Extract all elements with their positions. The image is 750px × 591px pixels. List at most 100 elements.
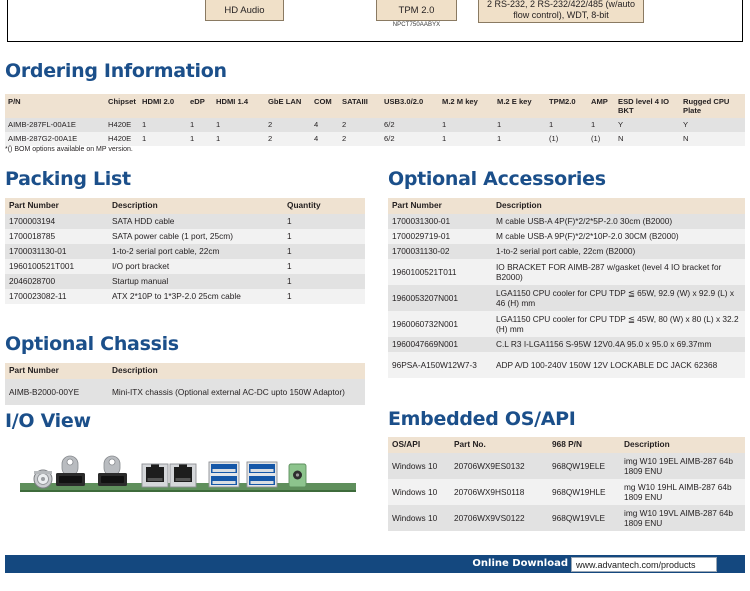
- cell-r3-c0: 1960100521T001: [5, 258, 108, 274]
- cell-r0-c0: 1700031300-01: [388, 213, 492, 229]
- cell-r1-c1: H420E: [105, 132, 139, 146]
- cell-r2-c0: 1700031130-02: [388, 243, 492, 259]
- cell-r7-c1: ADP A/D 100-240V 150W 12V LOCKABLE DC JA…: [492, 351, 745, 378]
- cell-r1-c12: (1): [588, 132, 615, 146]
- table-row: 1960053207N001 LGA1150 CPU cooler for CPU…: [388, 284, 745, 311]
- cell-r1-c1: M cable USB-A 9P(F)*2/2*10P-2.0 30CM (B2…: [492, 228, 745, 244]
- usb30-stack-2-icon: [246, 461, 278, 488]
- column-header-0: Part Number: [388, 198, 492, 214]
- cell-r1-c3: mg W10 19HL AIMB-287 64b 1809 ENU: [620, 478, 745, 505]
- cell-r0-c1: SATA HDD cable: [108, 213, 283, 229]
- cell-r0-c2: 1: [139, 118, 187, 132]
- embedded-os-api-table: OS/API Part No. 968 P/N Description Windows…: [388, 437, 745, 531]
- table-row: 1700003194 SATA HDD cable 1: [5, 213, 365, 229]
- cell-r1-c0: Windows 10: [388, 478, 450, 505]
- cell-r1-c4: 1: [213, 132, 265, 146]
- cell-r4-c1: Startup manual: [108, 273, 283, 289]
- cell-r3-c0: 1960100521T011: [388, 258, 492, 285]
- cell-r1-c14: N: [680, 132, 745, 146]
- cell-r0-c6: 4: [311, 118, 339, 132]
- cell-r3-c2: 1: [283, 258, 365, 274]
- cell-r1-c0: 1700018785: [5, 228, 108, 244]
- column-header-2: Quantity: [283, 198, 365, 214]
- cell-r1-c8: 6/2: [381, 132, 439, 146]
- column-header-6: COM: [311, 94, 339, 118]
- diagram-block-tpm-sublabel: NPCT750AABYX: [392, 22, 441, 28]
- column-header-1: Chipset: [105, 94, 139, 118]
- cell-r1-c1: SATA power cable (1 port, 25cm): [108, 228, 283, 244]
- heading-packing-list: Packing List: [5, 168, 131, 190]
- antenna-connector-icon: [33, 469, 53, 489]
- table-row: AIMB-287G2-00A1E H420E 1 1 1 2 4 2 6/2 1 1 (1) (1) N N: [5, 132, 745, 146]
- column-header-12: AMP: [588, 94, 615, 118]
- diagram-block-serial-label: 2 RS-232, 2 RS-232/422/485 (w/auto flow …: [486, 0, 636, 20]
- column-header-5: GbE LAN: [265, 94, 311, 118]
- cell-r2-c0: 1700031130-01: [5, 243, 108, 259]
- cell-r0-c3: 1: [187, 118, 213, 132]
- cell-r0-c0: AIMB-B2000-00YE: [5, 378, 108, 405]
- lan-port-2-icon: [169, 463, 197, 488]
- table-row: 96PSA-A150W12W7-3 ADP A/D 100-240V 150W 1…: [388, 351, 745, 378]
- cell-r1-c2: 1: [139, 132, 187, 146]
- cell-r5-c0: 1700023082-11: [5, 288, 108, 304]
- cell-r5-c1: LGA1150 CPU cooler for CPU TDP ≦ 45W, 80…: [492, 310, 745, 337]
- cell-r1-c1: 20706WX9HS0118: [450, 478, 548, 505]
- diagram-block-tpm: TPM 2.0: [376, 0, 457, 21]
- cell-r7-c0: 96PSA-A150W12W7-3: [388, 351, 492, 378]
- dc-power-jack-icon: [288, 463, 307, 488]
- table-row: 1960100521T001 I/O port bracket 1: [5, 258, 365, 274]
- cell-r2-c0: Windows 10: [388, 504, 450, 531]
- column-header-1: Part No.: [450, 437, 548, 453]
- cell-r0-c5: 2: [265, 118, 311, 132]
- cell-r0-c11: 1: [546, 118, 588, 132]
- column-header-9: M.2 M key: [439, 94, 494, 118]
- cell-r0-c1: Mini-ITX chassis (Optional external AC-D…: [108, 378, 365, 405]
- column-header-2: HDMI 2.0: [139, 94, 187, 118]
- cell-r1-c9: 1: [439, 132, 494, 146]
- cell-r5-c2: 1: [283, 288, 365, 304]
- table-row: AIMB-287FL-00A1E H420E 1 1 1 2 4 2 6/2 1 1 1 1 Y Y: [5, 118, 745, 132]
- table-row: 1700031130-02 1-to-2 serial port cable, 2…: [388, 243, 745, 259]
- table-row: 1700031130-01 1-to-2 serial port cable, 2…: [5, 243, 365, 259]
- column-header-0: Part Number: [5, 363, 108, 379]
- heading-optional-chassis: Optional Chassis: [5, 333, 179, 355]
- table-row: AIMB-B2000-00YE Mini-ITX chassis (Optiona…: [5, 378, 365, 405]
- cell-r0-c2: 968QW19ELE: [548, 452, 620, 479]
- cell-r1-c10: 1: [494, 132, 546, 146]
- cell-r5-c1: ATX 2*10P to 1*3P-2.0 25cm cable: [108, 288, 283, 304]
- cell-r2-c2: 968QW19VLE: [548, 504, 620, 531]
- cell-r6-c0: 1960047669N001: [388, 336, 492, 352]
- table-row: 1700018785 SATA power cable (1 port, 25cm…: [5, 228, 365, 244]
- cell-r0-c3: img W10 19EL AIMB-287 64b 1809 ENU: [620, 452, 745, 479]
- column-header-1: Description: [108, 198, 283, 214]
- hdmi-port-1-icon: [56, 455, 85, 486]
- footer-url-field[interactable]: www.advantech.com/products: [571, 557, 717, 572]
- cell-r6-c1: C.L R3 I-LGA1156 S-95W 12V0.4A 95.0 x 95…: [492, 336, 745, 352]
- cell-r2-c1: 1-to-2 serial port cable, 22cm: [108, 243, 283, 259]
- column-header-1: Description: [492, 198, 745, 214]
- table-header-row: Part Number Description: [5, 363, 365, 379]
- table-row: 2046028700 Startup manual 1: [5, 273, 365, 289]
- table-header-row: P/N Chipset HDMI 2.0 eDP HDMI 1.4 GbE LAN COM S…: [5, 94, 745, 118]
- column-header-14: Rugged CPU Plate: [680, 94, 745, 118]
- cell-r0-c7: 2: [339, 118, 381, 132]
- table-row: 1700029719-01 M cable USB-A 9P(F)*2/2*10P…: [388, 228, 745, 244]
- cell-r4-c1: LGA1150 CPU cooler for CPU TDP ≦ 65W, 92…: [492, 284, 745, 311]
- table-row: 1700031300-01 M cable USB-A 4P(F)*2/2*5P-…: [388, 213, 745, 229]
- column-header-3: Description: [620, 437, 745, 453]
- cell-r1-c3: 1: [187, 132, 213, 146]
- column-header-8: USB3.0/2.0: [381, 94, 439, 118]
- footer-online-download-label: Online Download: [472, 558, 568, 569]
- column-header-10: M.2 E key: [494, 94, 546, 118]
- cell-r0-c2: 1: [283, 213, 365, 229]
- column-header-4: HDMI 1.4: [213, 94, 265, 118]
- cell-r0-c8: 6/2: [381, 118, 439, 132]
- cell-r3-c1: I/O port bracket: [108, 258, 283, 274]
- footer-url-text: www.advantech.com/products: [576, 559, 696, 570]
- cell-r4-c2: 1: [283, 273, 365, 289]
- cell-r0-c1: 20706WX9ES0132: [450, 452, 548, 479]
- cell-r4-c0: 2046028700: [5, 273, 108, 289]
- table-row: Windows 10 20706WX9HS0118 968QW19HLE mg W10…: [388, 478, 745, 505]
- io-panel-illustration: [20, 455, 356, 492]
- heading-optional-accessories: Optional Accessories: [388, 168, 606, 190]
